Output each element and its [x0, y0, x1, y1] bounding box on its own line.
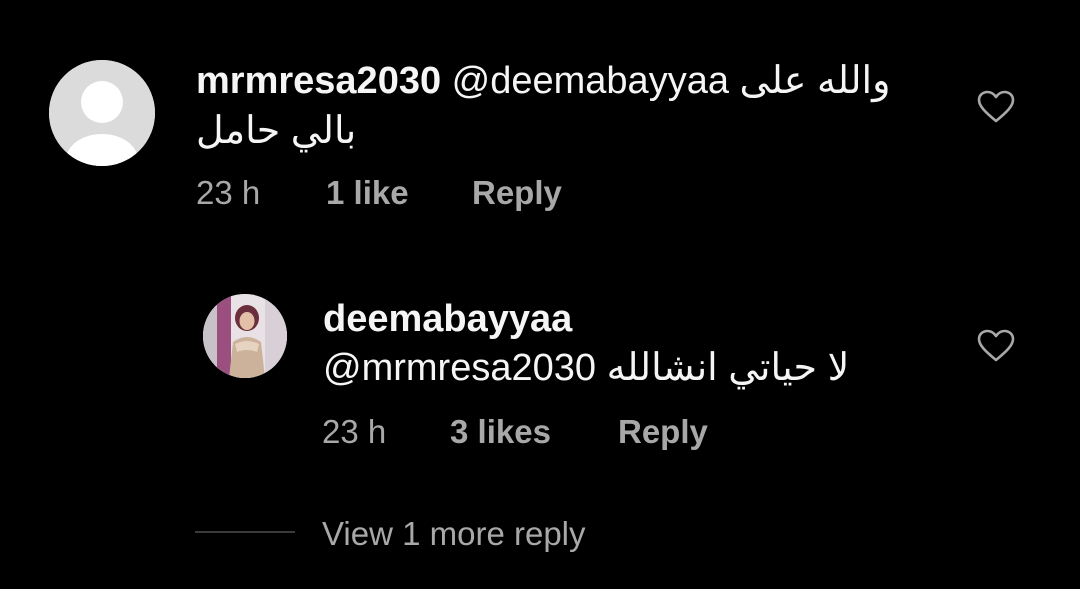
comment-text-line1: mrmresa2030 @deemabayyaa والله على: [196, 58, 890, 104]
heart-outline-icon[interactable]: [977, 329, 1015, 363]
reply-reply-button[interactable]: Reply: [618, 412, 708, 452]
reply-text-line: @mrmresa2030 لا حياتي انشالله: [323, 345, 849, 391]
user-avatar[interactable]: [203, 294, 287, 378]
comment-mention[interactable]: @deemabayyaa: [452, 60, 729, 102]
comment-text-arabic-2: بالي حامل: [196, 110, 357, 152]
default-avatar-icon[interactable]: [49, 60, 155, 166]
comment-reply-button[interactable]: Reply: [472, 173, 562, 213]
reply-text-arabic: لا حياتي انشالله: [606, 347, 850, 389]
replies-divider: [195, 531, 295, 533]
view-more-replies-button[interactable]: View 1 more reply: [322, 514, 586, 554]
comments-thread: mrmresa2030 @deemabayyaa والله على بالي …: [0, 0, 1080, 589]
comment-text-arabic-1: والله على: [739, 60, 891, 102]
reply-mention[interactable]: @mrmresa2030: [323, 347, 596, 389]
reply-time: 23 h: [322, 413, 387, 450]
comment-time: 23 h: [196, 174, 261, 211]
comment-username[interactable]: mrmresa2030: [196, 60, 441, 102]
comment-likes[interactable]: 1 like: [326, 173, 409, 213]
heart-outline-icon[interactable]: [977, 90, 1015, 124]
reply-username[interactable]: deemabayyaa: [323, 296, 572, 342]
reply-likes[interactable]: 3 likes: [450, 412, 551, 452]
